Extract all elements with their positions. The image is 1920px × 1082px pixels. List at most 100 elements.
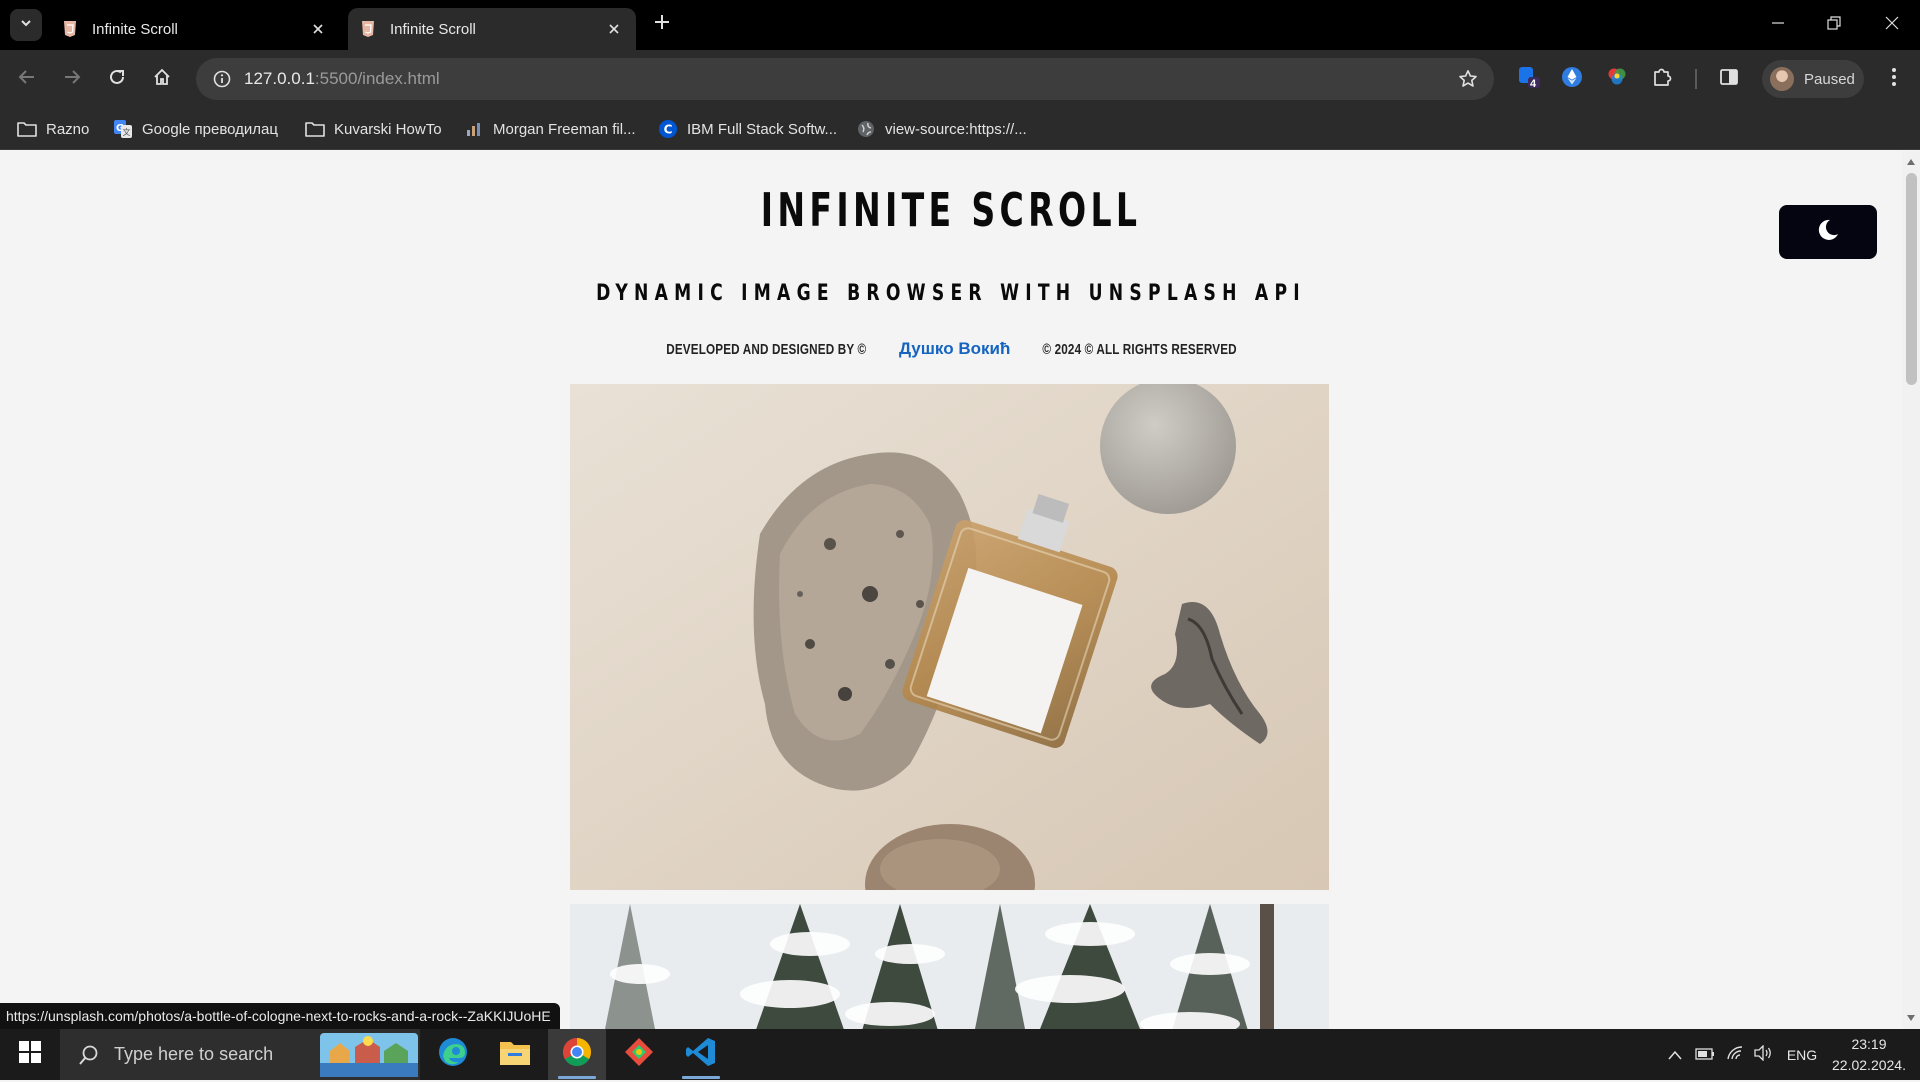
tab-title: Infinite Scroll bbox=[390, 20, 476, 38]
vscode-icon bbox=[685, 1036, 717, 1073]
taskbar-git[interactable] bbox=[610, 1029, 668, 1080]
taskbar-file-explorer[interactable] bbox=[486, 1029, 544, 1080]
address-bar[interactable]: 127.0.0.1:5500/index.html bbox=[196, 58, 1494, 100]
side-panel-button[interactable] bbox=[1715, 65, 1743, 93]
bookmark-label: Kuvarski HowTo bbox=[334, 120, 442, 138]
chevron-up-icon bbox=[1668, 1047, 1682, 1063]
tab-title: Infinite Scroll bbox=[92, 20, 178, 38]
link-status-bubble: https://unsplash.com/photos/a-bottle-of-… bbox=[0, 1003, 560, 1029]
bookmark-razno[interactable]: Razno bbox=[17, 118, 89, 140]
close-tab-icon[interactable] bbox=[308, 19, 328, 39]
taskbar-edge[interactable] bbox=[424, 1029, 482, 1080]
plus-icon bbox=[654, 14, 670, 35]
close-icon bbox=[1885, 16, 1899, 35]
url-path: :5500/index.html bbox=[314, 69, 440, 88]
puzzle-badge-icon bbox=[1516, 64, 1542, 95]
bookmark-kuvarski-howto[interactable]: Kuvarski HowTo bbox=[305, 118, 442, 140]
html5-icon bbox=[62, 20, 78, 38]
side-panel-icon bbox=[1719, 67, 1739, 92]
bookmarks-bar: Razno G文 Google преводилац Kuvarski HowT… bbox=[0, 108, 1920, 150]
close-tab-icon[interactable] bbox=[604, 19, 624, 39]
tab-search-button[interactable] bbox=[10, 9, 42, 41]
tray-overflow-button[interactable] bbox=[1662, 1029, 1688, 1080]
toolbar-divider bbox=[1695, 69, 1697, 89]
close-window-button[interactable] bbox=[1864, 0, 1920, 50]
tray-volume[interactable] bbox=[1750, 1029, 1776, 1080]
arrow-left-icon bbox=[18, 68, 36, 91]
bookmark-google-translate[interactable]: G文 Google преводилац bbox=[113, 118, 278, 140]
search-highlight-illustration bbox=[320, 1033, 418, 1077]
new-tab-button[interactable] bbox=[650, 12, 674, 36]
wifi-icon bbox=[1726, 1045, 1744, 1064]
page-viewport: INFINITE SCROLL DYNAMIC IMAGE BROWSER WI… bbox=[0, 151, 1902, 1029]
tray-battery[interactable] bbox=[1692, 1029, 1718, 1080]
credit-line: DEVELOPED AND DESIGNED BY © Душко Вокић … bbox=[0, 339, 1902, 359]
forward-button[interactable] bbox=[56, 63, 88, 95]
speaker-icon bbox=[1753, 1044, 1773, 1064]
site-info-icon[interactable] bbox=[202, 58, 242, 100]
file-explorer-icon bbox=[499, 1038, 531, 1071]
color-picker-icon bbox=[1605, 65, 1629, 94]
gallery-image-cologne[interactable] bbox=[570, 384, 1329, 890]
restore-button[interactable] bbox=[1806, 0, 1862, 50]
url-text[interactable]: 127.0.0.1:5500/index.html bbox=[244, 69, 440, 89]
extension-2-button[interactable] bbox=[1558, 65, 1586, 93]
running-indicator bbox=[682, 1076, 720, 1079]
globe-icon bbox=[856, 119, 876, 139]
windows-taskbar: Type here to search ENG 23:19 22.02.2024… bbox=[0, 1029, 1920, 1080]
taskbar-vscode[interactable] bbox=[672, 1029, 730, 1080]
minimize-icon bbox=[1771, 16, 1785, 35]
arrow-right-icon bbox=[63, 68, 81, 91]
start-button[interactable] bbox=[0, 1029, 60, 1080]
author-link[interactable]: Душко Вокић bbox=[899, 339, 1010, 358]
tab-2[interactable]: Infinite Scroll bbox=[348, 8, 636, 50]
svg-text:C: C bbox=[664, 123, 673, 137]
bookmark-star-icon[interactable] bbox=[1458, 69, 1478, 94]
browser-menu-button[interactable] bbox=[1880, 65, 1908, 93]
scroll-down-icon[interactable] bbox=[1906, 1013, 1916, 1023]
scroll-up-icon[interactable] bbox=[1906, 157, 1916, 167]
bookmark-ibm-full-stack[interactable]: C IBM Full Stack Softw... bbox=[658, 118, 837, 140]
extension-badge: 4 bbox=[1530, 78, 1537, 90]
bookmark-label: Razno bbox=[46, 120, 90, 138]
bookmark-morgan-freeman[interactable]: Morgan Freeman fil... bbox=[464, 118, 636, 140]
reload-button[interactable] bbox=[101, 63, 133, 95]
tray-language[interactable]: ENG bbox=[1782, 1029, 1822, 1080]
folder-icon bbox=[305, 119, 325, 139]
extension-1-button[interactable]: 4 bbox=[1515, 65, 1543, 93]
tray-network[interactable] bbox=[1722, 1029, 1748, 1080]
bookmark-label: Google преводилац bbox=[142, 120, 278, 138]
home-icon bbox=[153, 68, 171, 91]
url-host: 127.0.0.1 bbox=[244, 69, 315, 88]
page-subtitle: DYNAMIC IMAGE BROWSER WITH UNSPLASH API bbox=[596, 281, 1306, 306]
folder-icon bbox=[17, 119, 37, 139]
puzzle-icon bbox=[1651, 66, 1673, 93]
scrollbar-thumb[interactable] bbox=[1906, 173, 1917, 385]
tab-1[interactable]: Infinite Scroll bbox=[50, 8, 340, 50]
extension-3-button[interactable] bbox=[1603, 65, 1631, 93]
back-button[interactable] bbox=[11, 63, 43, 95]
profile-button[interactable]: Paused bbox=[1762, 60, 1864, 98]
reload-icon bbox=[108, 68, 126, 91]
browser-toolbar: 127.0.0.1:5500/index.html 4 Paused bbox=[0, 50, 1920, 108]
extensions-menu-button[interactable] bbox=[1648, 65, 1676, 93]
ethereum-icon bbox=[1560, 65, 1584, 94]
bookmark-view-source[interactable]: view-source:https://... bbox=[856, 118, 1027, 140]
battery-icon bbox=[1695, 1046, 1715, 1063]
taskbar-chrome[interactable] bbox=[548, 1029, 606, 1080]
active-indicator bbox=[558, 1076, 596, 1079]
home-button[interactable] bbox=[146, 63, 178, 95]
chrome-icon bbox=[561, 1036, 593, 1073]
bookmark-label: Morgan Freeman fil... bbox=[493, 120, 636, 138]
page-title: INFINITE SCROLL bbox=[760, 183, 1142, 237]
page-scrollbar[interactable] bbox=[1902, 151, 1920, 1029]
tray-clock[interactable]: 23:19 22.02.2024. bbox=[1826, 1034, 1912, 1076]
theme-toggle-button[interactable] bbox=[1779, 205, 1877, 259]
taskbar-search-box[interactable]: Type here to search bbox=[60, 1029, 420, 1080]
chevron-down-icon bbox=[19, 16, 33, 35]
kebab-menu-icon bbox=[1891, 67, 1897, 92]
minimize-button[interactable] bbox=[1750, 0, 1806, 50]
git-icon bbox=[623, 1036, 655, 1073]
clock-date: 22.02.2024. bbox=[1832, 1057, 1906, 1073]
gallery-image-snowy-forest[interactable] bbox=[570, 904, 1329, 1029]
